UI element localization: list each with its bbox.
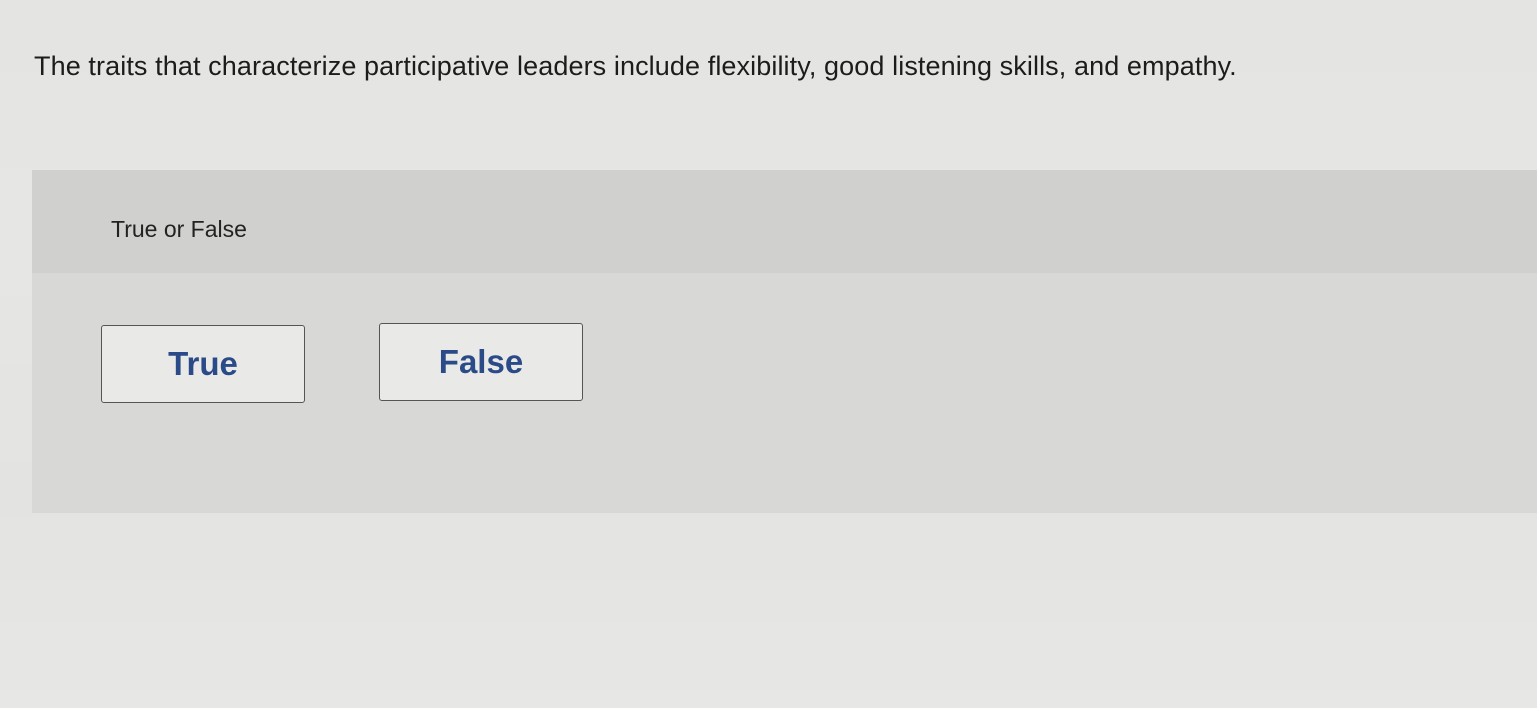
answer-panel: True or False True False bbox=[32, 170, 1537, 513]
true-button-label: True bbox=[168, 345, 238, 382]
true-button[interactable]: True bbox=[101, 325, 305, 403]
false-button-label: False bbox=[438, 343, 524, 380]
false-button[interactable]: False bbox=[379, 323, 583, 401]
answer-panel-header: True or False bbox=[32, 170, 1537, 273]
question-text: The traits that characterize participati… bbox=[34, 51, 1237, 81]
true-or-false-prompt: True or False bbox=[111, 216, 247, 242]
